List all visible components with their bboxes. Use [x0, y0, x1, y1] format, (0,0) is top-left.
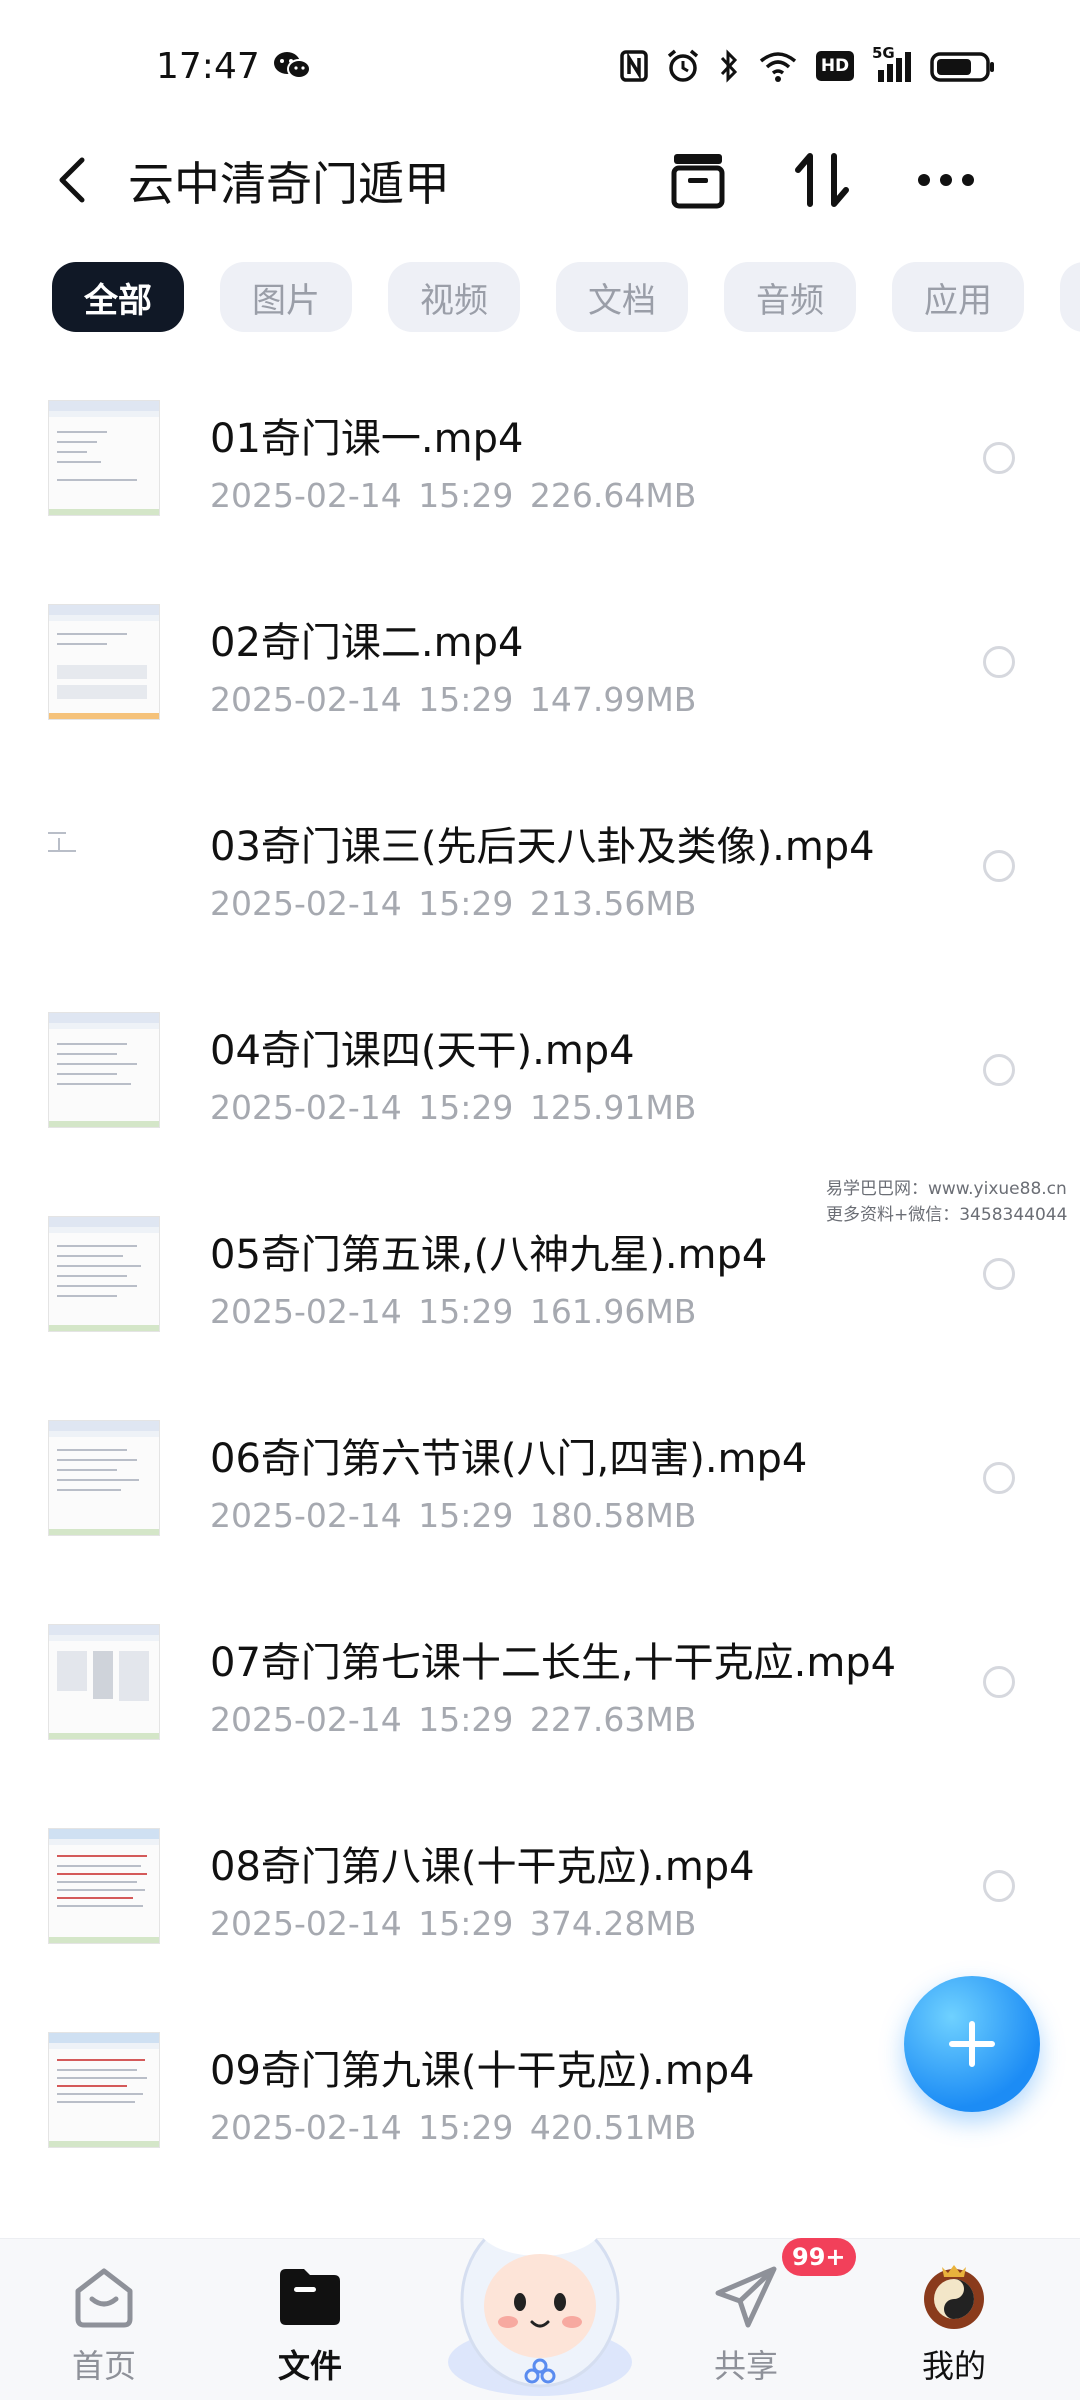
back-icon[interactable]: [48, 154, 96, 206]
select-checkbox[interactable]: [983, 442, 1015, 474]
filter-all[interactable]: 全部: [52, 262, 184, 332]
file-name: 03奇门课三(先后天八卦及类像).mp4: [210, 824, 875, 870]
file-meta: 2025-02-14 15:29 226.64MB: [210, 476, 697, 515]
list-item[interactable]: 07奇门第七课十二长生,十干克应.mp4 2025-02-14 15:29 22…: [0, 1600, 1080, 1804]
list-item[interactable]: 04奇门课四(天干).mp4 2025-02-14 15:29 125.91MB: [0, 988, 1080, 1192]
video-thumbnail: [48, 1624, 160, 1740]
select-checkbox[interactable]: [983, 1462, 1015, 1494]
status-icons: HD 5G: [620, 44, 996, 86]
watermark: 易学巴巴网：www.yixue88.cn 更多资料+微信：3458344044: [826, 1176, 1067, 1228]
sort-icon: [795, 153, 849, 207]
filter-videos[interactable]: 视频: [388, 262, 520, 332]
video-thumbnail: [48, 1828, 160, 1944]
file-name: 01奇门课一.mp4: [210, 416, 524, 462]
file-name: 08奇门第八课(十干克应).mp4: [210, 1844, 755, 1890]
file-name: 05奇门第五课,(八神九星).mp4: [210, 1232, 768, 1278]
archive-icon: [671, 154, 725, 209]
add-button[interactable]: [904, 1976, 1040, 2112]
nav-files[interactable]: 文件: [240, 2261, 380, 2391]
home-icon: [75, 2268, 133, 2328]
file-meta: 2025-02-14 15:29 213.56MB: [210, 884, 697, 923]
select-checkbox[interactable]: [983, 1666, 1015, 1698]
watermark-line-2: 更多资料+微信：3458344044: [826, 1205, 1068, 1225]
sort-button[interactable]: [788, 146, 856, 214]
filter-chips: 全部 图片 视频 文档 音频 应用: [52, 262, 1080, 334]
select-checkbox[interactable]: [983, 850, 1015, 882]
status-time: 17:47: [156, 46, 260, 87]
alarm-icon: [667, 49, 699, 82]
list-item[interactable]: 03奇门课三(先后天八卦及类像).mp4 2025-02-14 15:29 21…: [0, 784, 1080, 988]
wifi-icon: [759, 52, 797, 82]
file-name: 02奇门课二.mp4: [210, 620, 524, 666]
file-name: 09奇门第九课(十干克应).mp4: [210, 2048, 755, 2094]
folder-icon: [280, 2269, 340, 2325]
list-item[interactable]: 06奇门第六节课(八门,四害).mp4 2025-02-14 15:29 180…: [0, 1396, 1080, 1600]
file-meta: 2025-02-14 15:29 161.96MB: [210, 1292, 697, 1331]
network-label: 5G: [872, 44, 895, 62]
filter-apps[interactable]: 应用: [892, 262, 1024, 332]
file-meta: 2025-02-14 15:29 227.63MB: [210, 1700, 697, 1739]
signal-icon: 5G: [872, 44, 912, 84]
file-list: 01奇门课一.mp4 2025-02-14 15:29 226.64MB 02奇…: [0, 376, 1080, 2212]
video-thumbnail: [48, 1012, 160, 1128]
video-thumbnail: [48, 1216, 160, 1332]
select-checkbox[interactable]: [983, 1054, 1015, 1086]
filter-documents[interactable]: 文档: [556, 262, 688, 332]
file-meta: 2025-02-14 15:29 180.58MB: [210, 1496, 697, 1535]
nav-me[interactable]: 我的: [884, 2261, 1024, 2391]
file-meta: 2025-02-14 15:29 125.91MB: [210, 1088, 697, 1127]
video-thumbnail: [48, 400, 160, 516]
file-meta: 2025-02-14 15:29 147.99MB: [210, 680, 697, 719]
file-name: 06奇门第六节课(八门,四害).mp4: [210, 1436, 808, 1482]
header: 云中清奇门遁甲: [0, 130, 1080, 230]
video-thumbnail: [48, 604, 160, 720]
avatar-icon: [924, 2265, 984, 2329]
list-item[interactable]: 01奇门课一.mp4 2025-02-14 15:29 226.64MB: [0, 376, 1080, 580]
list-item[interactable]: 02奇门课二.mp4 2025-02-14 15:29 147.99MB: [0, 580, 1080, 784]
battery-icon: [930, 52, 994, 82]
video-thumbnail: [48, 808, 160, 924]
mascot-icon[interactable]: [432, 2180, 648, 2400]
filter-more-chip[interactable]: [1060, 262, 1080, 332]
filter-audio[interactable]: 音频: [724, 262, 856, 332]
file-meta: 2025-02-14 15:29 374.28MB: [210, 1904, 697, 1943]
page-title: 云中清奇门遁甲: [128, 157, 450, 211]
archive-button[interactable]: [664, 146, 732, 214]
nav-home[interactable]: 首页: [34, 2261, 174, 2391]
paper-plane-icon: [715, 2266, 777, 2328]
list-item[interactable]: 08奇门第八课(十干克应).mp4 2025-02-14 15:29 374.2…: [0, 1804, 1080, 2008]
file-meta: 2025-02-14 15:29 420.51MB: [210, 2108, 697, 2147]
select-checkbox[interactable]: [983, 1870, 1015, 1902]
bluetooth-icon: [720, 49, 738, 83]
nav-files-label: 文件: [277, 2347, 342, 2385]
video-thumbnail: [48, 2032, 160, 2148]
filter-images[interactable]: 图片: [220, 262, 352, 332]
more-button[interactable]: [912, 146, 980, 214]
notification-badge: 99+: [782, 2238, 856, 2276]
select-checkbox[interactable]: [983, 646, 1015, 678]
video-thumbnail: [48, 1420, 160, 1536]
hd-icon: HD: [816, 51, 854, 81]
nav-home-label: 首页: [71, 2347, 136, 2385]
status-bar: 17:47 HD 5G: [0, 0, 1080, 130]
file-name: 04奇门课四(天干).mp4: [210, 1028, 635, 1074]
nav-share[interactable]: 共享: [676, 2261, 816, 2391]
select-checkbox[interactable]: [983, 1258, 1015, 1290]
wechat-icon: [274, 52, 311, 79]
watermark-line-1: 易学巴巴网：www.yixue88.cn: [826, 1179, 1067, 1199]
nav-me-label: 我的: [921, 2347, 986, 2385]
more-icon: [918, 174, 974, 186]
nfc-icon: [620, 50, 648, 82]
file-name: 07奇门第七课十二长生,十干克应.mp4: [210, 1640, 897, 1686]
nav-share-label: 共享: [713, 2347, 778, 2385]
plus-icon: [949, 2021, 995, 2067]
